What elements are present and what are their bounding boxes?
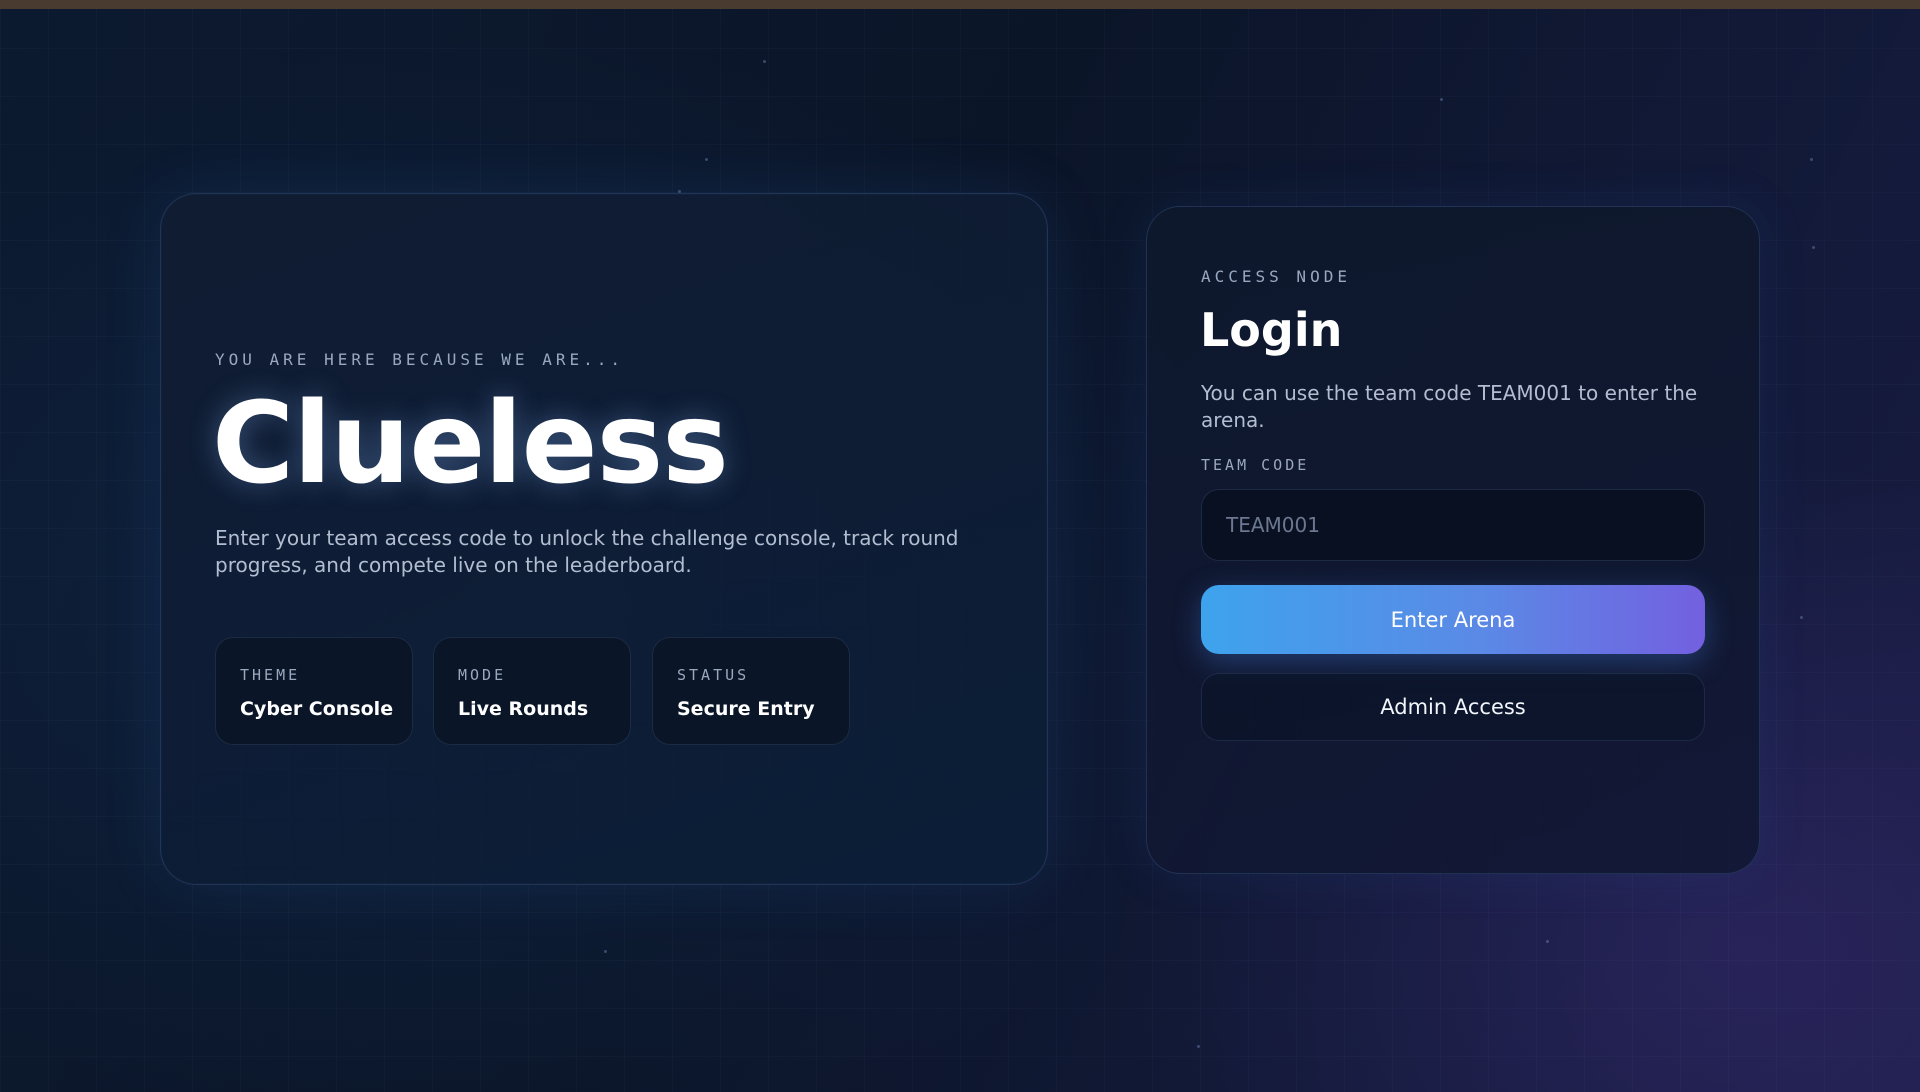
enter-arena-button[interactable]: Enter Arena	[1201, 585, 1705, 654]
background-star	[1812, 246, 1815, 249]
status-tile: STATUS Secure Entry	[652, 637, 850, 745]
status-tile-label: STATUS	[677, 666, 750, 684]
top-bar	[0, 0, 1920, 9]
theme-tile-value: Cyber Console	[240, 698, 394, 720]
background-star	[763, 60, 766, 63]
background-star	[1546, 940, 1549, 943]
background-star	[1800, 616, 1803, 619]
mode-tile-value: Live Rounds	[458, 698, 589, 720]
team-code-label: TEAM CODE	[1201, 456, 1310, 474]
admin-access-button[interactable]: Admin Access	[1201, 673, 1705, 741]
background-star	[705, 158, 708, 161]
hero-kicker: YOU ARE HERE BECAUSE WE ARE...	[215, 350, 624, 369]
page-title: Clueless	[212, 379, 729, 509]
background-star	[1810, 158, 1813, 161]
theme-tile: THEME Cyber Console	[215, 637, 413, 745]
background-star	[1440, 98, 1443, 101]
theme-tile-label: THEME	[240, 666, 301, 684]
login-hint: You can use the team code TEAM001 to ent…	[1201, 381, 1698, 432]
login-kicker: ACCESS NODE	[1201, 267, 1351, 286]
status-tile-value: Secure Entry	[677, 698, 815, 720]
background-star	[604, 950, 607, 953]
hero-description: Enter your team access code to unlock th…	[215, 526, 959, 577]
mode-tile: MODE Live Rounds	[433, 637, 631, 745]
mode-tile-label: MODE	[458, 666, 507, 684]
background-star	[1197, 1045, 1200, 1048]
team-code-input[interactable]	[1201, 489, 1705, 561]
login-title: Login	[1200, 303, 1343, 357]
